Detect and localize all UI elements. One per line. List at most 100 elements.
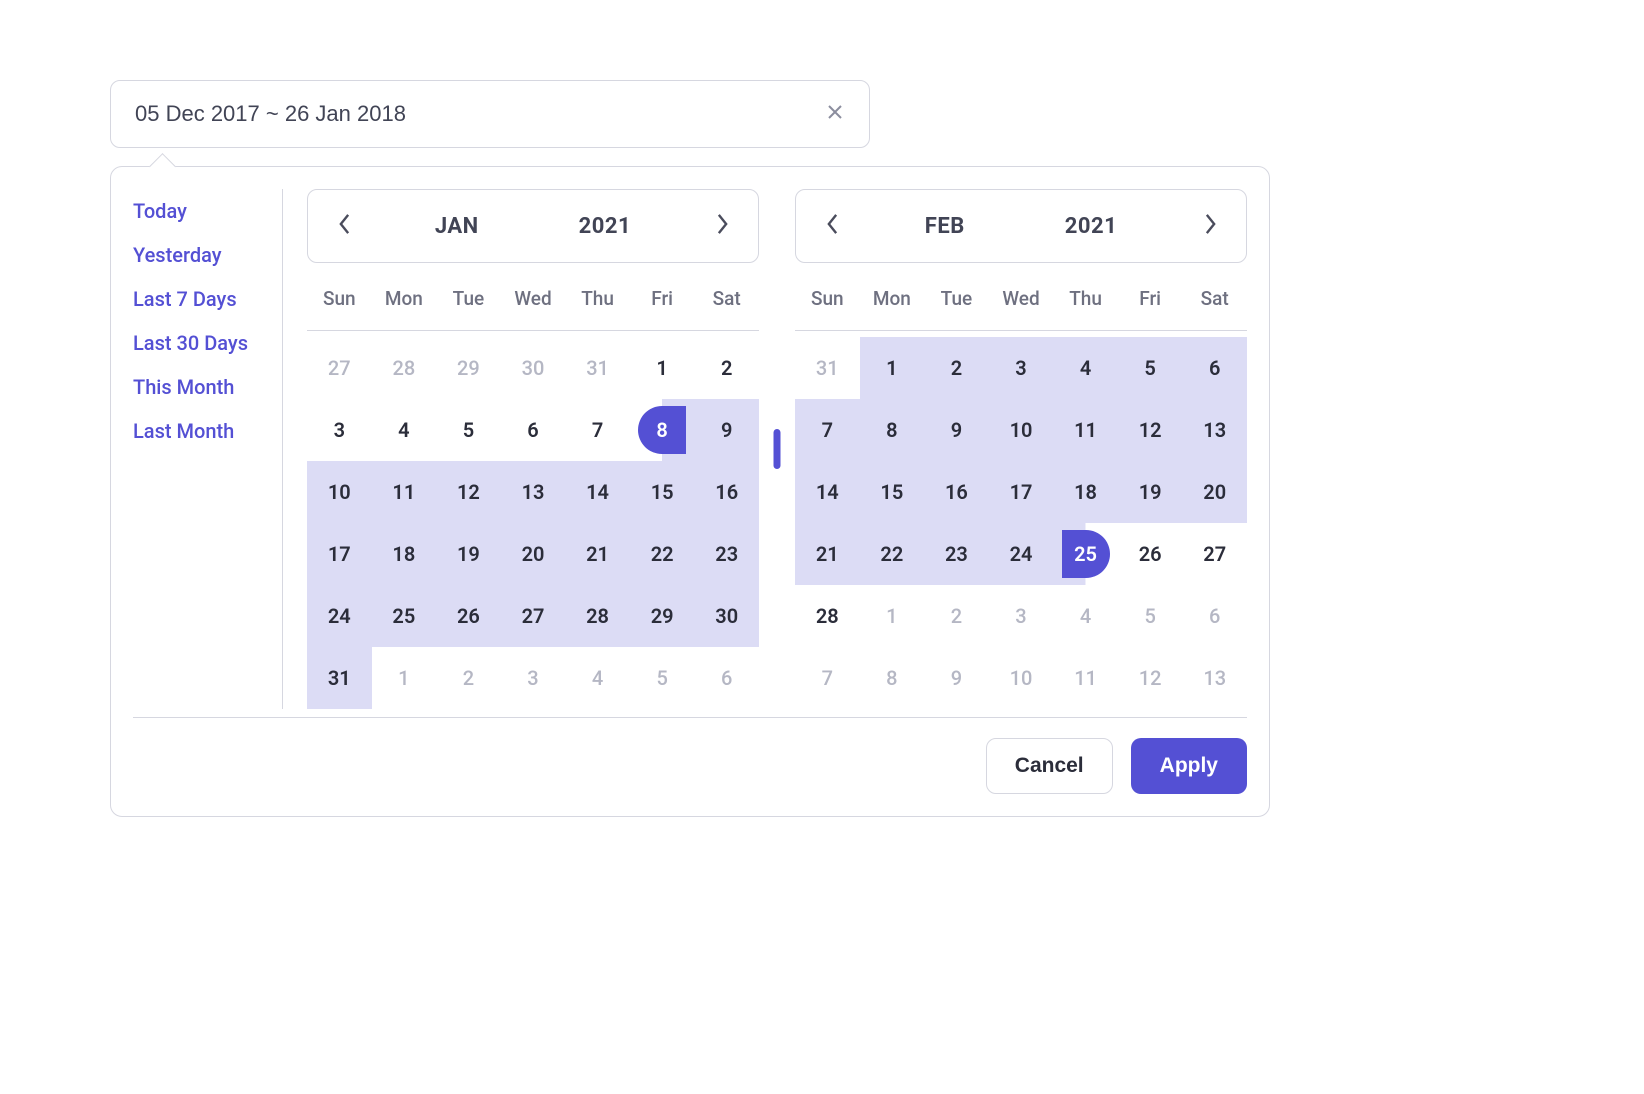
day-cell[interactable]: 19 [1118, 461, 1183, 523]
day-cell[interactable]: 9 [924, 399, 989, 461]
day-cell[interactable]: 16 [694, 461, 759, 523]
day-cell[interactable]: 27 [1182, 523, 1247, 585]
day-cell[interactable]: 7 [795, 399, 860, 461]
date-range-input-wrap[interactable] [110, 80, 870, 148]
day-cell[interactable]: 31 [795, 337, 860, 399]
day-cell[interactable]: 18 [1053, 461, 1118, 523]
day-cell[interactable]: 7 [795, 647, 860, 709]
prev-month-button[interactable] [818, 212, 846, 240]
day-cell[interactable]: 5 [1118, 585, 1183, 647]
day-cell[interactable]: 4 [372, 399, 437, 461]
day-cell[interactable]: 29 [630, 585, 695, 647]
day-cell[interactable]: 11 [1053, 647, 1118, 709]
day-cell[interactable]: 22 [630, 523, 695, 585]
day-cell[interactable]: 21 [565, 523, 630, 585]
day-cell[interactable]: 19 [436, 523, 501, 585]
preset-this-month[interactable]: This Month [133, 365, 268, 409]
day-cell[interactable]: 21 [795, 523, 860, 585]
day-cell[interactable]: 8 [860, 647, 925, 709]
preset-last-30-days[interactable]: Last 30 Days [133, 321, 268, 365]
day-cell[interactable]: 10 [989, 399, 1054, 461]
day-cell[interactable]: 2 [924, 337, 989, 399]
day-cell[interactable]: 3 [989, 337, 1054, 399]
day-cell[interactable]: 13 [1182, 647, 1247, 709]
clear-button[interactable] [823, 102, 847, 126]
day-cell[interactable]: 16 [924, 461, 989, 523]
day-cell[interactable]: 5 [630, 647, 695, 709]
day-cell[interactable]: 24 [307, 585, 372, 647]
day-cell[interactable]: 1 [372, 647, 437, 709]
year-label[interactable]: 2021 [1065, 214, 1118, 239]
preset-yesterday[interactable]: Yesterday [133, 233, 268, 277]
day-cell[interactable]: 1 [630, 337, 695, 399]
day-cell[interactable]: 12 [1118, 399, 1183, 461]
day-cell[interactable]: 6 [501, 399, 566, 461]
day-cell[interactable]: 31 [307, 647, 372, 709]
day-cell[interactable]: 23 [924, 523, 989, 585]
day-cell[interactable]: 6 [1182, 337, 1247, 399]
day-cell[interactable]: 8 [630, 399, 695, 461]
day-cell[interactable]: 20 [501, 523, 566, 585]
day-cell[interactable]: 28 [372, 337, 437, 399]
next-month-button[interactable] [708, 212, 736, 240]
day-cell[interactable]: 12 [436, 461, 501, 523]
day-cell[interactable]: 25 [1053, 523, 1118, 585]
preset-last-month[interactable]: Last Month [133, 409, 268, 453]
day-cell[interactable]: 11 [372, 461, 437, 523]
day-cell[interactable]: 17 [989, 461, 1054, 523]
day-cell[interactable]: 11 [1053, 399, 1118, 461]
day-cell[interactable]: 8 [860, 399, 925, 461]
day-cell[interactable]: 28 [795, 585, 860, 647]
day-cell[interactable]: 4 [1053, 337, 1118, 399]
day-cell[interactable]: 14 [795, 461, 860, 523]
day-cell[interactable]: 2 [924, 585, 989, 647]
day-cell[interactable]: 13 [1182, 399, 1247, 461]
day-cell[interactable]: 27 [307, 337, 372, 399]
day-cell[interactable]: 2 [436, 647, 501, 709]
date-range-input[interactable] [133, 100, 823, 128]
cancel-button[interactable]: Cancel [986, 738, 1113, 794]
day-cell[interactable]: 4 [565, 647, 630, 709]
day-cell[interactable]: 2 [694, 337, 759, 399]
preset-last-7-days[interactable]: Last 7 Days [133, 277, 268, 321]
day-cell[interactable]: 5 [436, 399, 501, 461]
day-cell[interactable]: 28 [565, 585, 630, 647]
day-cell[interactable]: 26 [436, 585, 501, 647]
day-cell[interactable]: 30 [694, 585, 759, 647]
day-cell[interactable]: 10 [989, 647, 1054, 709]
day-cell[interactable]: 7 [565, 399, 630, 461]
day-cell[interactable]: 1 [860, 585, 925, 647]
day-cell[interactable]: 25 [372, 585, 437, 647]
day-cell[interactable]: 26 [1118, 523, 1183, 585]
day-cell[interactable]: 3 [501, 647, 566, 709]
apply-button[interactable]: Apply [1131, 738, 1247, 794]
month-label[interactable]: FEB [925, 214, 965, 239]
day-cell[interactable]: 29 [436, 337, 501, 399]
day-cell[interactable]: 6 [1182, 585, 1247, 647]
next-month-button[interactable] [1196, 212, 1224, 240]
day-cell[interactable]: 30 [501, 337, 566, 399]
day-cell[interactable]: 12 [1118, 647, 1183, 709]
day-cell[interactable]: 13 [501, 461, 566, 523]
day-cell[interactable]: 4 [1053, 585, 1118, 647]
day-cell[interactable]: 31 [565, 337, 630, 399]
day-cell[interactable]: 22 [860, 523, 925, 585]
prev-month-button[interactable] [330, 212, 358, 240]
day-cell[interactable]: 24 [989, 523, 1054, 585]
day-cell[interactable]: 17 [307, 523, 372, 585]
day-cell[interactable]: 6 [694, 647, 759, 709]
day-cell[interactable]: 9 [694, 399, 759, 461]
day-cell[interactable]: 10 [307, 461, 372, 523]
day-cell[interactable]: 14 [565, 461, 630, 523]
preset-today[interactable]: Today [133, 189, 268, 233]
year-label[interactable]: 2021 [579, 214, 632, 239]
day-cell[interactable]: 15 [630, 461, 695, 523]
day-cell[interactable]: 20 [1182, 461, 1247, 523]
day-cell[interactable]: 15 [860, 461, 925, 523]
day-cell[interactable]: 3 [307, 399, 372, 461]
day-cell[interactable]: 23 [694, 523, 759, 585]
day-cell[interactable]: 9 [924, 647, 989, 709]
month-label[interactable]: JAN [435, 214, 479, 239]
day-cell[interactable]: 18 [372, 523, 437, 585]
day-cell[interactable]: 1 [860, 337, 925, 399]
